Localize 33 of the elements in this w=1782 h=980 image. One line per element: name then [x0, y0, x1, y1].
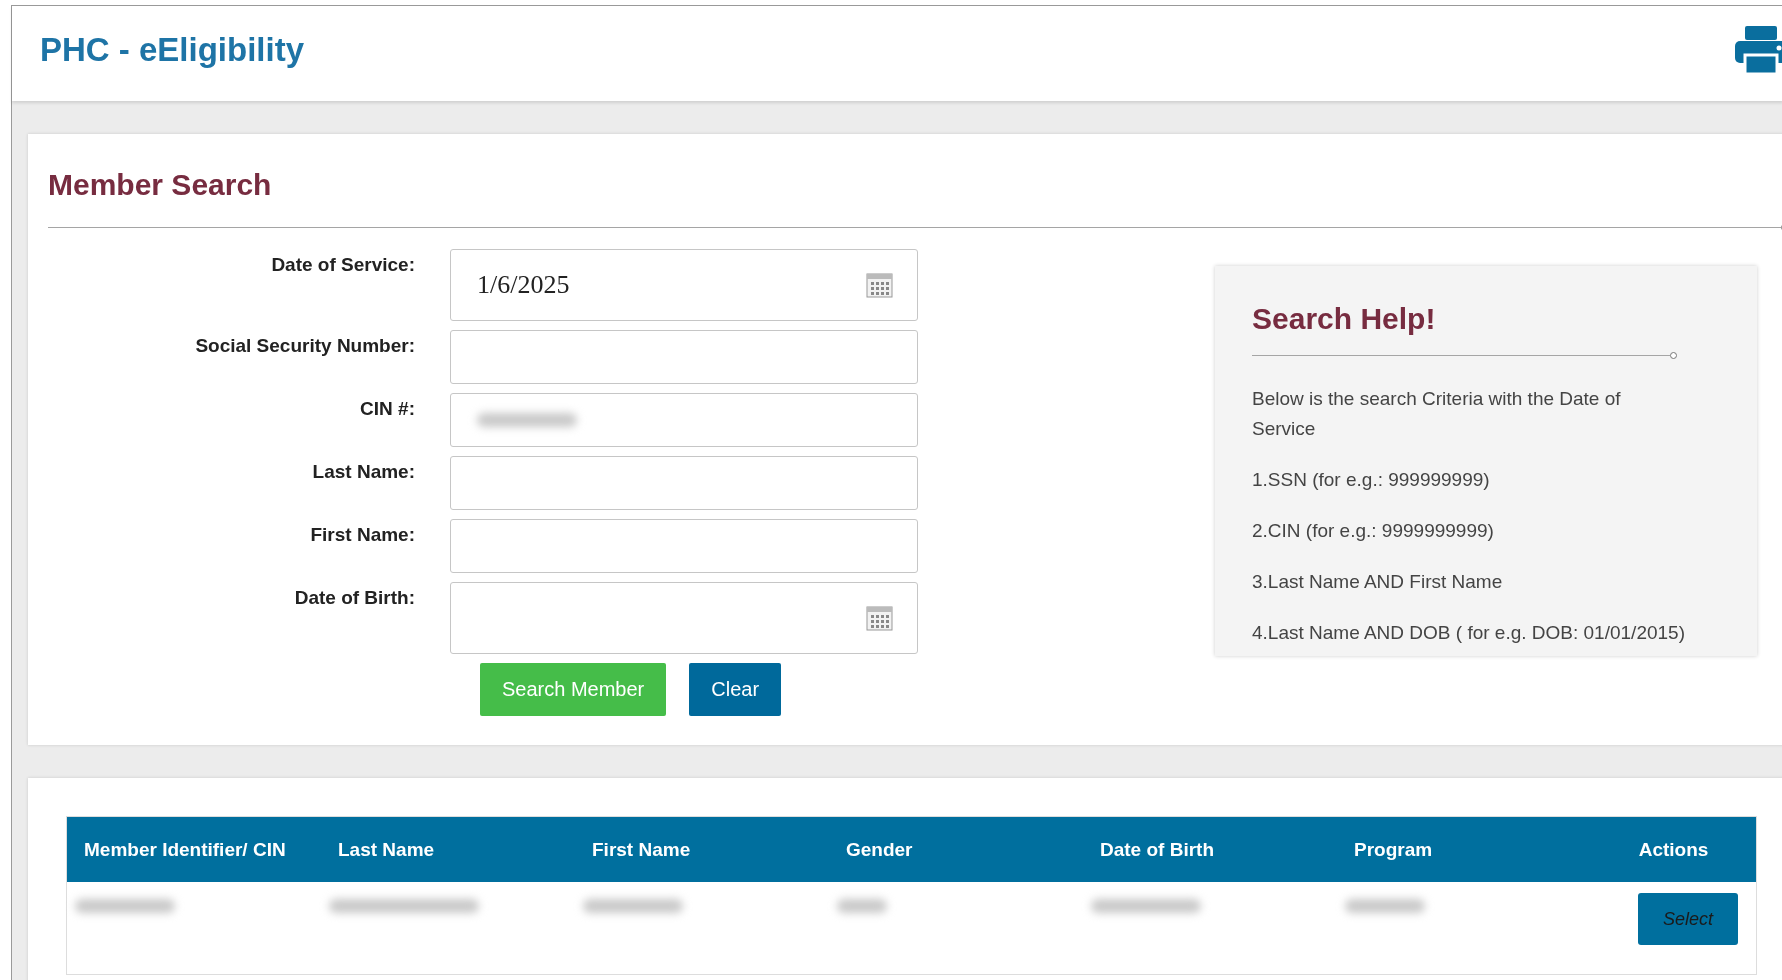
column-header: Last Name [337, 838, 436, 861]
help-title: Search Help! [1252, 302, 1437, 336]
column-header: First Name [591, 838, 692, 861]
help-text: Below is the search Criteria with the Date of Service [1252, 387, 1622, 441]
print-icon[interactable] [1733, 23, 1782, 76]
column-header: Member Identifier/ CIN [83, 838, 287, 861]
field-label: CIN #: [359, 397, 415, 420]
input-field[interactable] [450, 330, 918, 384]
input-field[interactable] [450, 393, 918, 447]
field-label: Last Name: [311, 460, 415, 483]
field-label: Date of Service: [270, 253, 415, 276]
section-title: Member Search [48, 168, 273, 202]
app-title: PHC - eEligibility [40, 30, 305, 69]
clear-button[interactable]: Clear [689, 663, 782, 716]
date-field[interactable]: 1/6/2025 [450, 249, 918, 321]
input-field[interactable] [450, 456, 918, 510]
calendar-icon[interactable] [866, 272, 893, 298]
help-criterion: 1.SSN (for e.g.: 999999999) [1252, 468, 1491, 492]
date-field[interactable] [450, 582, 918, 654]
select-button[interactable]: Select [1638, 893, 1738, 945]
column-header: Date of Birth [1099, 838, 1215, 861]
column-header: Actions [1637, 838, 1710, 861]
column-header: Gender [845, 838, 914, 861]
redacted-text [837, 899, 887, 913]
help-criterion: 3.Last Name AND First Name [1252, 570, 1504, 594]
column-header: Program [1353, 838, 1434, 861]
help-criterion: 4.Last Name AND DOB ( for e.g. DOB: 01/01/2015) [1252, 621, 1686, 645]
field-label: Date of Birth: [293, 586, 415, 609]
help-criterion: 2.CIN (for e.g.: 9999999999) [1252, 519, 1495, 543]
calendar-icon[interactable] [866, 605, 893, 631]
input-field[interactable] [450, 519, 918, 573]
field-label: First Name: [309, 523, 415, 546]
field-label: Social Security Number: [194, 334, 415, 357]
